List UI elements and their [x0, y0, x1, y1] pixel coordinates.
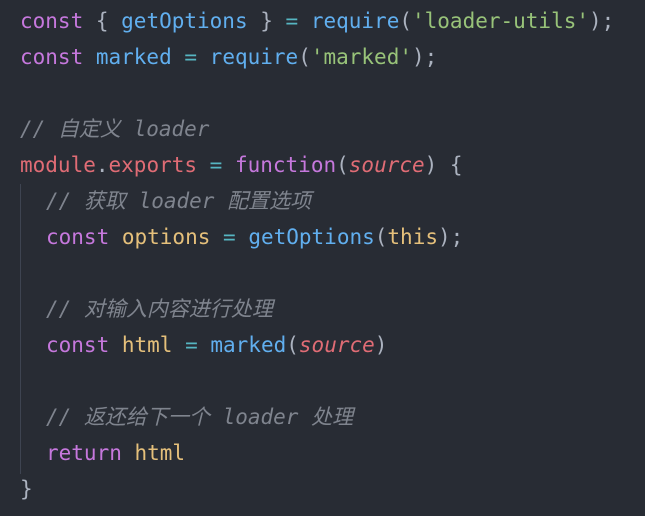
comment: // 获取 loader 配置选项 — [46, 189, 312, 213]
code-line-10: const html = marked(source) — [0, 327, 645, 363]
keyword-function: function — [234, 153, 337, 177]
function-getOptions: getOptions — [235, 225, 375, 249]
paren-open: ( — [374, 225, 388, 249]
operator-assign: = — [185, 333, 198, 357]
identifier-marked: marked — [83, 45, 185, 69]
string-literal: 'loader-utils' — [412, 9, 590, 33]
code-line-5: module.exports = function(source) { — [0, 147, 645, 183]
paren-close: ) — [374, 333, 388, 357]
code-line-14: } — [0, 471, 645, 507]
param-source: source — [298, 333, 375, 357]
operator-assign: = — [197, 153, 235, 177]
identifier-module: module — [20, 153, 96, 177]
code-line-2: const marked = require('marked'); — [0, 39, 645, 75]
code-line-4: // 自定义 loader — [0, 111, 645, 147]
identifier-html: html — [121, 441, 186, 465]
string-literal: 'marked' — [310, 45, 412, 69]
dot: . — [95, 153, 109, 177]
code-line-9: // 对输入内容进行处理 — [0, 291, 645, 327]
comment: // 对输入内容进行处理 — [46, 297, 273, 321]
identifier-html: html — [109, 333, 186, 357]
identifier-options: options — [109, 225, 224, 249]
identifier-getOptions: getOptions — [121, 9, 248, 33]
keyword-const: const — [46, 225, 110, 249]
comment: // 返还给下一个 loader 处理 — [46, 405, 354, 429]
paren-close: ); — [412, 45, 438, 69]
param-source: source — [348, 153, 425, 177]
keyword-const: const — [46, 333, 110, 357]
paren-open: ( — [399, 9, 412, 33]
paren-open: ( — [298, 45, 311, 69]
operator-assign: = — [184, 45, 198, 69]
paren-open: ( — [286, 333, 299, 357]
property-exports: exports — [108, 153, 198, 177]
brace-open: { — [83, 9, 122, 33]
code-line-7: const options = getOptions(this); — [0, 219, 645, 255]
keyword-return: return — [46, 441, 122, 465]
keyword-const: const — [20, 45, 84, 69]
brace-close: } — [247, 9, 286, 33]
function-require: require — [298, 9, 400, 33]
function-require: require — [197, 45, 299, 69]
paren-close-brace: ) { — [424, 153, 463, 177]
paren-open: ( — [336, 153, 349, 177]
code-line-12: // 返还给下一个 loader 处理 — [0, 399, 645, 435]
code-line-13: return html — [0, 435, 645, 471]
brace-close: } — [20, 477, 33, 501]
operator-assign: = — [223, 225, 236, 249]
paren-close: ); — [437, 225, 464, 249]
code-editor[interactable]: const { getOptions } = require('loader-u… — [0, 0, 645, 516]
code-line-6: // 获取 loader 配置选项 — [0, 183, 645, 219]
keyword-const: const — [20, 9, 84, 33]
operator-assign: = — [285, 9, 299, 33]
paren-close: ); — [589, 9, 615, 33]
code-line-1: const { getOptions } = require('loader-u… — [0, 3, 645, 39]
keyword-this: this — [387, 225, 438, 249]
comment: // 自定义 loader — [20, 117, 210, 141]
function-marked: marked — [197, 333, 287, 357]
